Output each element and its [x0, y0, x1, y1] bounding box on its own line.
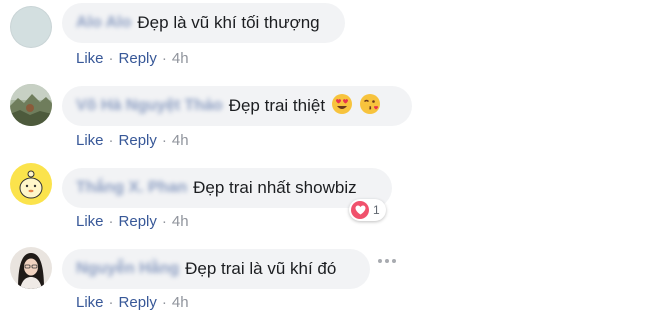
comment-item: Nguyễn Hằng Đẹp trai là vũ khí đó Like ·… [0, 244, 660, 317]
separator-dot: · [108, 50, 114, 67]
comment-timestamp[interactable]: 4h [172, 50, 189, 67]
comment-timestamp[interactable]: 4h [172, 132, 189, 149]
more-options-icon[interactable] [378, 259, 396, 263]
comment-item: Alo Alo Đẹp là vũ khí tối thượng Like · … [0, 0, 660, 80]
comment-author[interactable]: Võ Hà Nguyệt Thảo [76, 97, 223, 115]
comment-actions: Like · Reply · 4h [76, 50, 189, 67]
comment-text: Đẹp trai nhất showbiz [193, 178, 357, 197]
comment-bubble: Thắng X. Phan Đẹp trai nhất showbiz [62, 168, 392, 208]
reply-link[interactable]: Reply [119, 294, 157, 311]
comment-actions: Like · Reply · 4h [76, 132, 189, 149]
comment-item: Thắng X. Phan Đẹp trai nhất showbiz 1 Li… [0, 163, 660, 243]
comment-actions: Like · Reply · 4h [76, 213, 189, 230]
comment-bubble: Nguyễn Hằng Đẹp trai là vũ khí đó [62, 249, 370, 289]
comment-text: Đẹp trai thiệt [228, 96, 326, 115]
separator-dot: · [108, 132, 114, 149]
comment-timestamp[interactable]: 4h [172, 213, 189, 230]
avatar[interactable] [10, 247, 52, 289]
landscape-photo-avatar-icon [10, 84, 52, 126]
comment-actions: Like · Reply · 4h [76, 294, 189, 311]
default-avatar-icon [10, 6, 52, 48]
comment-bubble: Alo Alo Đẹp là vũ khí tối thượng [62, 3, 345, 43]
separator-dot: · [108, 294, 114, 311]
reply-link[interactable]: Reply [119, 132, 157, 149]
comment-author[interactable]: Nguyễn Hằng [76, 260, 179, 278]
comment-list: Alo Alo Đẹp là vũ khí tối thượng Like · … [0, 0, 660, 317]
comment-author[interactable]: Thắng X. Phan [76, 179, 187, 197]
comment-author[interactable]: Alo Alo [76, 14, 131, 32]
like-link[interactable]: Like [76, 213, 104, 230]
like-link[interactable]: Like [76, 132, 104, 149]
person-photo-avatar-icon [10, 247, 52, 289]
separator-dot: · [108, 213, 114, 230]
avatar[interactable] [10, 84, 52, 126]
heart-eyes-emoji-icon [331, 93, 353, 120]
separator-dot: · [161, 50, 167, 67]
comment-timestamp[interactable]: 4h [172, 294, 189, 311]
reaction-count: 1 [373, 203, 380, 217]
reply-link[interactable]: Reply [119, 50, 157, 67]
comment-text: Đẹp trai là vũ khí đó [185, 259, 337, 278]
avatar[interactable] [10, 6, 52, 48]
heart-icon [351, 201, 369, 219]
like-link[interactable]: Like [76, 294, 104, 311]
reply-link[interactable]: Reply [119, 213, 157, 230]
separator-dot: · [161, 294, 167, 311]
comment-bubble: Võ Hà Nguyệt Thảo Đẹp trai thiệt [62, 86, 412, 126]
kissing-face-emoji-icon [359, 93, 381, 120]
avatar[interactable] [10, 163, 52, 205]
comment-item: Võ Hà Nguyệt Thảo Đẹp trai thiệt Like · … [0, 82, 660, 162]
separator-dot: · [161, 132, 167, 149]
comment-text: Đẹp là vũ khí tối thượng [137, 13, 320, 32]
reaction-summary[interactable]: 1 [349, 199, 386, 221]
yellow-cartoon-avatar-icon [10, 163, 52, 205]
like-link[interactable]: Like [76, 50, 104, 67]
separator-dot: · [161, 213, 167, 230]
